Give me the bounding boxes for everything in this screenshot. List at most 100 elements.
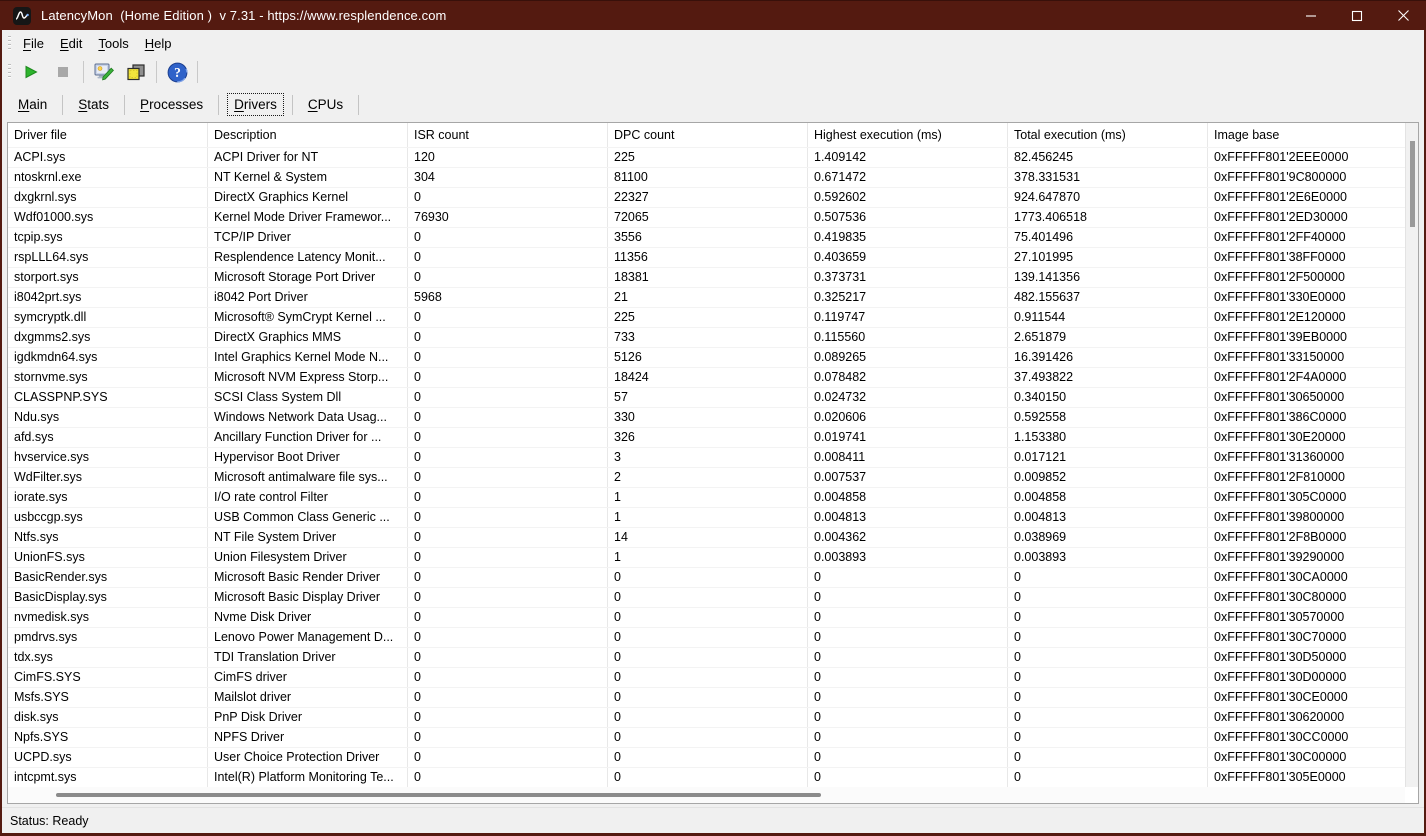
stop-monitor-button[interactable] [48, 59, 78, 85]
table-row[interactable]: BasicRender.sysMicrosoft Basic Render Dr… [8, 567, 1418, 587]
menubar-gripper[interactable] [8, 36, 11, 52]
table-row[interactable]: i8042prt.sysi8042 Port Driver5968210.325… [8, 287, 1418, 307]
table-row[interactable]: stornvme.sysMicrosoft NVM Express Storp.… [8, 367, 1418, 387]
table-row[interactable]: Wdf01000.sysKernel Mode Driver Framewor.… [8, 207, 1418, 227]
table-cell: 1 [608, 488, 808, 507]
help-button[interactable]: ? [162, 59, 192, 85]
table-cell: 0.019741 [808, 428, 1008, 447]
tab-stats[interactable]: Stats [71, 93, 116, 116]
table-cell: 0.419835 [808, 228, 1008, 247]
column-header[interactable]: Image base [1208, 123, 1418, 147]
table-cell: 304 [408, 168, 608, 187]
table-row[interactable]: CimFS.SYSCimFS driver00000xFFFFF801'30D0… [8, 667, 1418, 687]
table-row[interactable]: ntoskrnl.exeNT Kernel & System304811000.… [8, 167, 1418, 187]
table-cell: 0 [808, 568, 1008, 587]
table-row[interactable]: Npfs.SYSNPFS Driver00000xFFFFF801'30CC00… [8, 727, 1418, 747]
table-cell: TDI Translation Driver [208, 648, 408, 667]
table-cell: 2 [608, 468, 808, 487]
table-cell: 0 [808, 688, 1008, 707]
table-cell: 0 [408, 748, 608, 767]
maximize-button[interactable] [1334, 1, 1380, 30]
table-cell: pmdrvs.sys [8, 628, 208, 647]
table-cell: 225 [608, 308, 808, 327]
column-header[interactable]: Total execution (ms) [1008, 123, 1208, 147]
toolbar-gripper[interactable] [8, 64, 11, 80]
view-windows-button[interactable] [121, 59, 151, 85]
table-cell: 0 [408, 448, 608, 467]
table-row[interactable]: storport.sysMicrosoft Storage Port Drive… [8, 267, 1418, 287]
table-row[interactable]: BasicDisplay.sysMicrosoft Basic Display … [8, 587, 1418, 607]
start-monitor-button[interactable] [16, 59, 46, 85]
table-cell: CimFS.SYS [8, 668, 208, 687]
table-cell: ntoskrnl.exe [8, 168, 208, 187]
table-cell: 0 [408, 308, 608, 327]
table-cell: 0xFFFFF801'39EB0000 [1208, 328, 1418, 347]
vertical-scrollbar[interactable] [1405, 123, 1418, 787]
column-header[interactable]: DPC count [608, 123, 808, 147]
table-row[interactable]: Ntfs.sysNT File System Driver0140.004362… [8, 527, 1418, 547]
table-cell: 0 [408, 548, 608, 567]
column-header[interactable]: Description [208, 123, 408, 147]
analyze-options-button[interactable] [89, 59, 119, 85]
close-button[interactable] [1380, 1, 1426, 30]
table-cell: User Choice Protection Driver [208, 748, 408, 767]
table-row[interactable]: rspLLL64.sysResplendence Latency Monit..… [8, 247, 1418, 267]
table-cell: 0xFFFFF801'2E120000 [1208, 308, 1418, 327]
table-row[interactable]: iorate.sysI/O rate control Filter010.004… [8, 487, 1418, 507]
column-header[interactable]: Highest execution (ms) [808, 123, 1008, 147]
table-cell: BasicRender.sys [8, 568, 208, 587]
table-row[interactable]: usbccgp.sysUSB Common Class Generic ...0… [8, 507, 1418, 527]
table-cell: 0 [408, 568, 608, 587]
menu-tools[interactable]: Tools [90, 34, 136, 53]
table-row[interactable]: UnionFS.sysUnion Filesystem Driver010.00… [8, 547, 1418, 567]
table-row[interactable]: symcryptk.dllMicrosoft® SymCrypt Kernel … [8, 307, 1418, 327]
table-row[interactable]: dxgkrnl.sysDirectX Graphics Kernel022327… [8, 187, 1418, 207]
monitor-tool-icon [93, 62, 115, 83]
table-row[interactable]: afd.sysAncillary Function Driver for ...… [8, 427, 1418, 447]
table-row[interactable]: nvmedisk.sysNvme Disk Driver00000xFFFFF8… [8, 607, 1418, 627]
table-row[interactable]: disk.sysPnP Disk Driver00000xFFFFF801'30… [8, 707, 1418, 727]
menu-help[interactable]: Help [137, 34, 180, 53]
horizontal-scrollbar-thumb[interactable] [56, 793, 821, 797]
table-row[interactable]: tdx.sysTDI Translation Driver00000xFFFFF… [8, 647, 1418, 667]
menu-edit[interactable]: Edit [52, 34, 90, 53]
table-row[interactable]: WdFilter.sysMicrosoft antimalware file s… [8, 467, 1418, 487]
table-row[interactable]: tcpip.sysTCP/IP Driver035560.41983575.40… [8, 227, 1418, 247]
horizontal-scrollbar[interactable] [8, 787, 1405, 803]
table-cell: 139.141356 [1008, 268, 1208, 287]
table-cell: 0 [408, 268, 608, 287]
table-cell: 0.403659 [808, 248, 1008, 267]
vertical-scrollbar-thumb[interactable] [1410, 141, 1415, 227]
table-cell: 0xFFFFF801'39290000 [1208, 548, 1418, 567]
table-cell: 18424 [608, 368, 808, 387]
column-header[interactable]: Driver file [8, 123, 208, 147]
table-row[interactable]: UCPD.sysUser Choice Protection Driver000… [8, 747, 1418, 767]
table-row[interactable]: Msfs.SYSMailslot driver00000xFFFFF801'30… [8, 687, 1418, 707]
table-cell: 81100 [608, 168, 808, 187]
table-cell: 0.004813 [808, 508, 1008, 527]
menu-file[interactable]: File [15, 34, 52, 53]
window-title: LatencyMon (Home Edition ) v 7.31 - http… [41, 8, 446, 23]
table-row[interactable]: ACPI.sysACPI Driver for NT1202251.409142… [8, 147, 1418, 167]
table-row[interactable]: hvservice.sysHypervisor Boot Driver030.0… [8, 447, 1418, 467]
table-body: ACPI.sysACPI Driver for NT1202251.409142… [8, 147, 1418, 787]
tab-processes[interactable]: Processes [133, 93, 210, 116]
window-controls [1288, 1, 1426, 30]
table-row[interactable]: pmdrvs.sysLenovo Power Management D...00… [8, 627, 1418, 647]
table-row[interactable]: Ndu.sysWindows Network Data Usag...03300… [8, 407, 1418, 427]
tab-main[interactable]: Main [11, 93, 54, 116]
table-cell: 0xFFFFF801'2FF40000 [1208, 228, 1418, 247]
table-row[interactable]: dxgmms2.sysDirectX Graphics MMS07330.115… [8, 327, 1418, 347]
table-cell: 378.331531 [1008, 168, 1208, 187]
table-cell: WdFilter.sys [8, 468, 208, 487]
minimize-button[interactable] [1288, 1, 1334, 30]
tab-cpus[interactable]: CPUs [301, 93, 350, 116]
table-cell: Microsoft Storage Port Driver [208, 268, 408, 287]
table-cell: 37.493822 [1008, 368, 1208, 387]
table-row[interactable]: igdkmdn64.sysIntel Graphics Kernel Mode … [8, 347, 1418, 367]
tab-drivers[interactable]: Drivers [227, 93, 284, 116]
table-row[interactable]: intcpmt.sysIntel(R) Platform Monitoring … [8, 767, 1418, 787]
table-cell: 0xFFFFF801'38FF0000 [1208, 248, 1418, 267]
column-header[interactable]: ISR count [408, 123, 608, 147]
table-row[interactable]: CLASSPNP.SYSSCSI Class System Dll0570.02… [8, 387, 1418, 407]
